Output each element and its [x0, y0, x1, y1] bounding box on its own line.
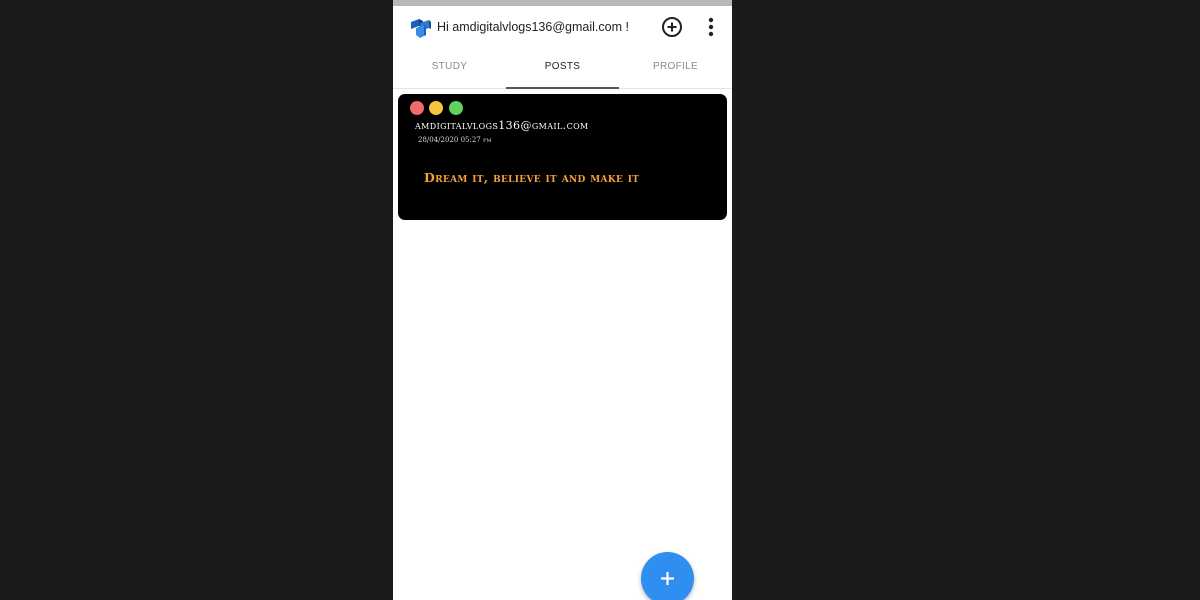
yellow-dot-icon: [429, 101, 443, 115]
plus-icon: [661, 572, 674, 585]
green-dot-icon: [449, 101, 463, 115]
more-vertical-icon[interactable]: [703, 16, 719, 38]
post-timestamp: 28/04/2020 05:27 pm: [418, 136, 492, 144]
greeting-text: Hi amdigitalvlogs136@gmail.com !: [437, 20, 629, 34]
post-text: Dream it, believe it and make it: [424, 170, 640, 185]
post-author: amdigitalvlogs136@gmail.com: [415, 119, 589, 132]
tab-profile[interactable]: PROFILE: [619, 50, 732, 88]
tab-study[interactable]: STUDY: [393, 50, 506, 88]
add-post-button[interactable]: [641, 552, 694, 600]
tab-bar: STUDY POSTS PROFILE: [393, 50, 732, 89]
red-dot-icon: [410, 101, 424, 115]
add-circle-icon[interactable]: [661, 16, 683, 38]
app-bar: Hi amdigitalvlogs136@gmail.com !: [393, 6, 732, 50]
post-card[interactable]: amdigitalvlogs136@gmail.com 28/04/2020 0…: [398, 94, 727, 220]
tab-posts[interactable]: POSTS: [506, 50, 619, 89]
app-logo-icon: [410, 17, 432, 39]
app-screen: Hi amdigitalvlogs136@gmail.com ! STUDY P…: [393, 0, 732, 600]
